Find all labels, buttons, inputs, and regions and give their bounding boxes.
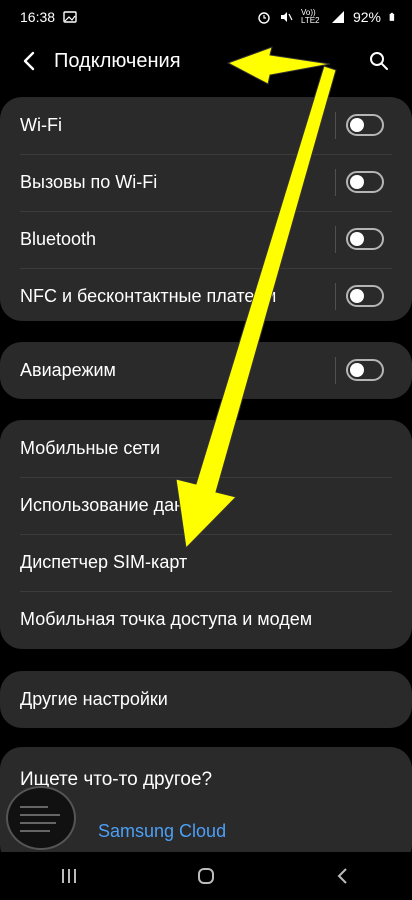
home-icon (197, 868, 214, 884)
setting-label: Вызовы по Wi-Fi (20, 172, 158, 192)
setting-label: Использование данных (20, 495, 216, 515)
thumbnail-line (20, 822, 56, 824)
setting-mobile-networks[interactable]: Мобильные сети (0, 420, 412, 477)
status-bar: 16:38 Vo)) LTE2 92% (0, 0, 412, 34)
divider (335, 357, 336, 384)
nav-back-button[interactable] (323, 861, 363, 891)
chevron-left-icon (23, 51, 35, 71)
wireless-settings-group: Wi-Fi Вызовы по Wi-Fi Bluetooth NFC и бе… (0, 97, 412, 321)
divider (335, 112, 336, 139)
setting-data-usage[interactable]: Использование данных (0, 477, 412, 534)
app-header: Подключения (0, 34, 412, 88)
setting-hotspot-tethering[interactable]: Мобильная точка доступа и модем (0, 591, 412, 648)
divider (335, 226, 336, 253)
gallery-notification-icon (63, 11, 77, 23)
status-time: 16:38 (20, 9, 56, 25)
battery-icon (389, 12, 395, 21)
setting-label: Мобильные сети (20, 438, 161, 458)
nfc-toggle[interactable] (346, 285, 384, 307)
home-button[interactable] (186, 861, 226, 891)
setting-label: Авиарежим (20, 360, 116, 380)
setting-label: Диспетчер SIM-карт (20, 552, 188, 572)
battery-percent: 92% (352, 9, 381, 25)
samsung-cloud-link[interactable]: Samsung Cloud (20, 821, 392, 842)
airplane-group: Авиарежим (0, 342, 412, 399)
search-icon (370, 52, 388, 70)
wifi-toggle[interactable] (346, 114, 384, 136)
alarm-icon (258, 12, 270, 24)
search-button[interactable] (368, 50, 390, 72)
thumbnail-line (20, 814, 60, 816)
thumbnail-line (20, 806, 48, 808)
setting-label: Bluetooth (20, 229, 97, 249)
wifi-calling-toggle[interactable] (346, 171, 384, 193)
setting-nfc[interactable]: NFC и бесконтактные платежи (0, 268, 412, 321)
divider (335, 169, 336, 196)
bluetooth-toggle[interactable] (346, 228, 384, 250)
divider (335, 283, 336, 310)
back-icon (337, 868, 348, 884)
toggle-knob (350, 363, 364, 377)
mute-icon (280, 12, 293, 22)
navigation-bar (0, 852, 412, 900)
mobile-settings-group: Мобильные сети Использование данных Дисп… (0, 420, 412, 649)
setting-bluetooth[interactable]: Bluetooth (0, 211, 412, 268)
setting-airplane-mode[interactable]: Авиарежим (0, 342, 412, 399)
setting-label: NFC и бесконтактные платежи (20, 286, 277, 306)
screenshot-thumbnail[interactable] (6, 786, 76, 850)
recents-button[interactable] (49, 861, 89, 891)
thumbnail-line (20, 830, 50, 832)
recents-icon (61, 869, 76, 883)
setting-more[interactable]: Другие настройки (0, 671, 412, 728)
toggle-knob (350, 289, 364, 303)
airplane-toggle[interactable] (346, 359, 384, 381)
toggle-knob (350, 232, 364, 246)
setting-label: Wi-Fi (20, 115, 62, 135)
setting-wifi-calling[interactable]: Вызовы по Wi-Fi (0, 154, 412, 211)
toggle-knob (350, 175, 364, 189)
suggest-title: Ищете что-то другое? (20, 769, 213, 790)
network-type: Vo)) LTE2 (300, 8, 320, 25)
back-button[interactable] (18, 50, 40, 72)
other-settings-group: Другие настройки (0, 671, 412, 728)
setting-wifi[interactable]: Wi-Fi (0, 97, 412, 154)
setting-sim-manager[interactable]: Диспетчер SIM-карт (0, 534, 412, 591)
page-title: Подключения (54, 49, 181, 72)
setting-label: Другие настройки (20, 689, 168, 709)
signal-icon (331, 11, 344, 23)
setting-label: Мобильная точка доступа и модем (20, 609, 313, 629)
toggle-knob (350, 118, 364, 132)
